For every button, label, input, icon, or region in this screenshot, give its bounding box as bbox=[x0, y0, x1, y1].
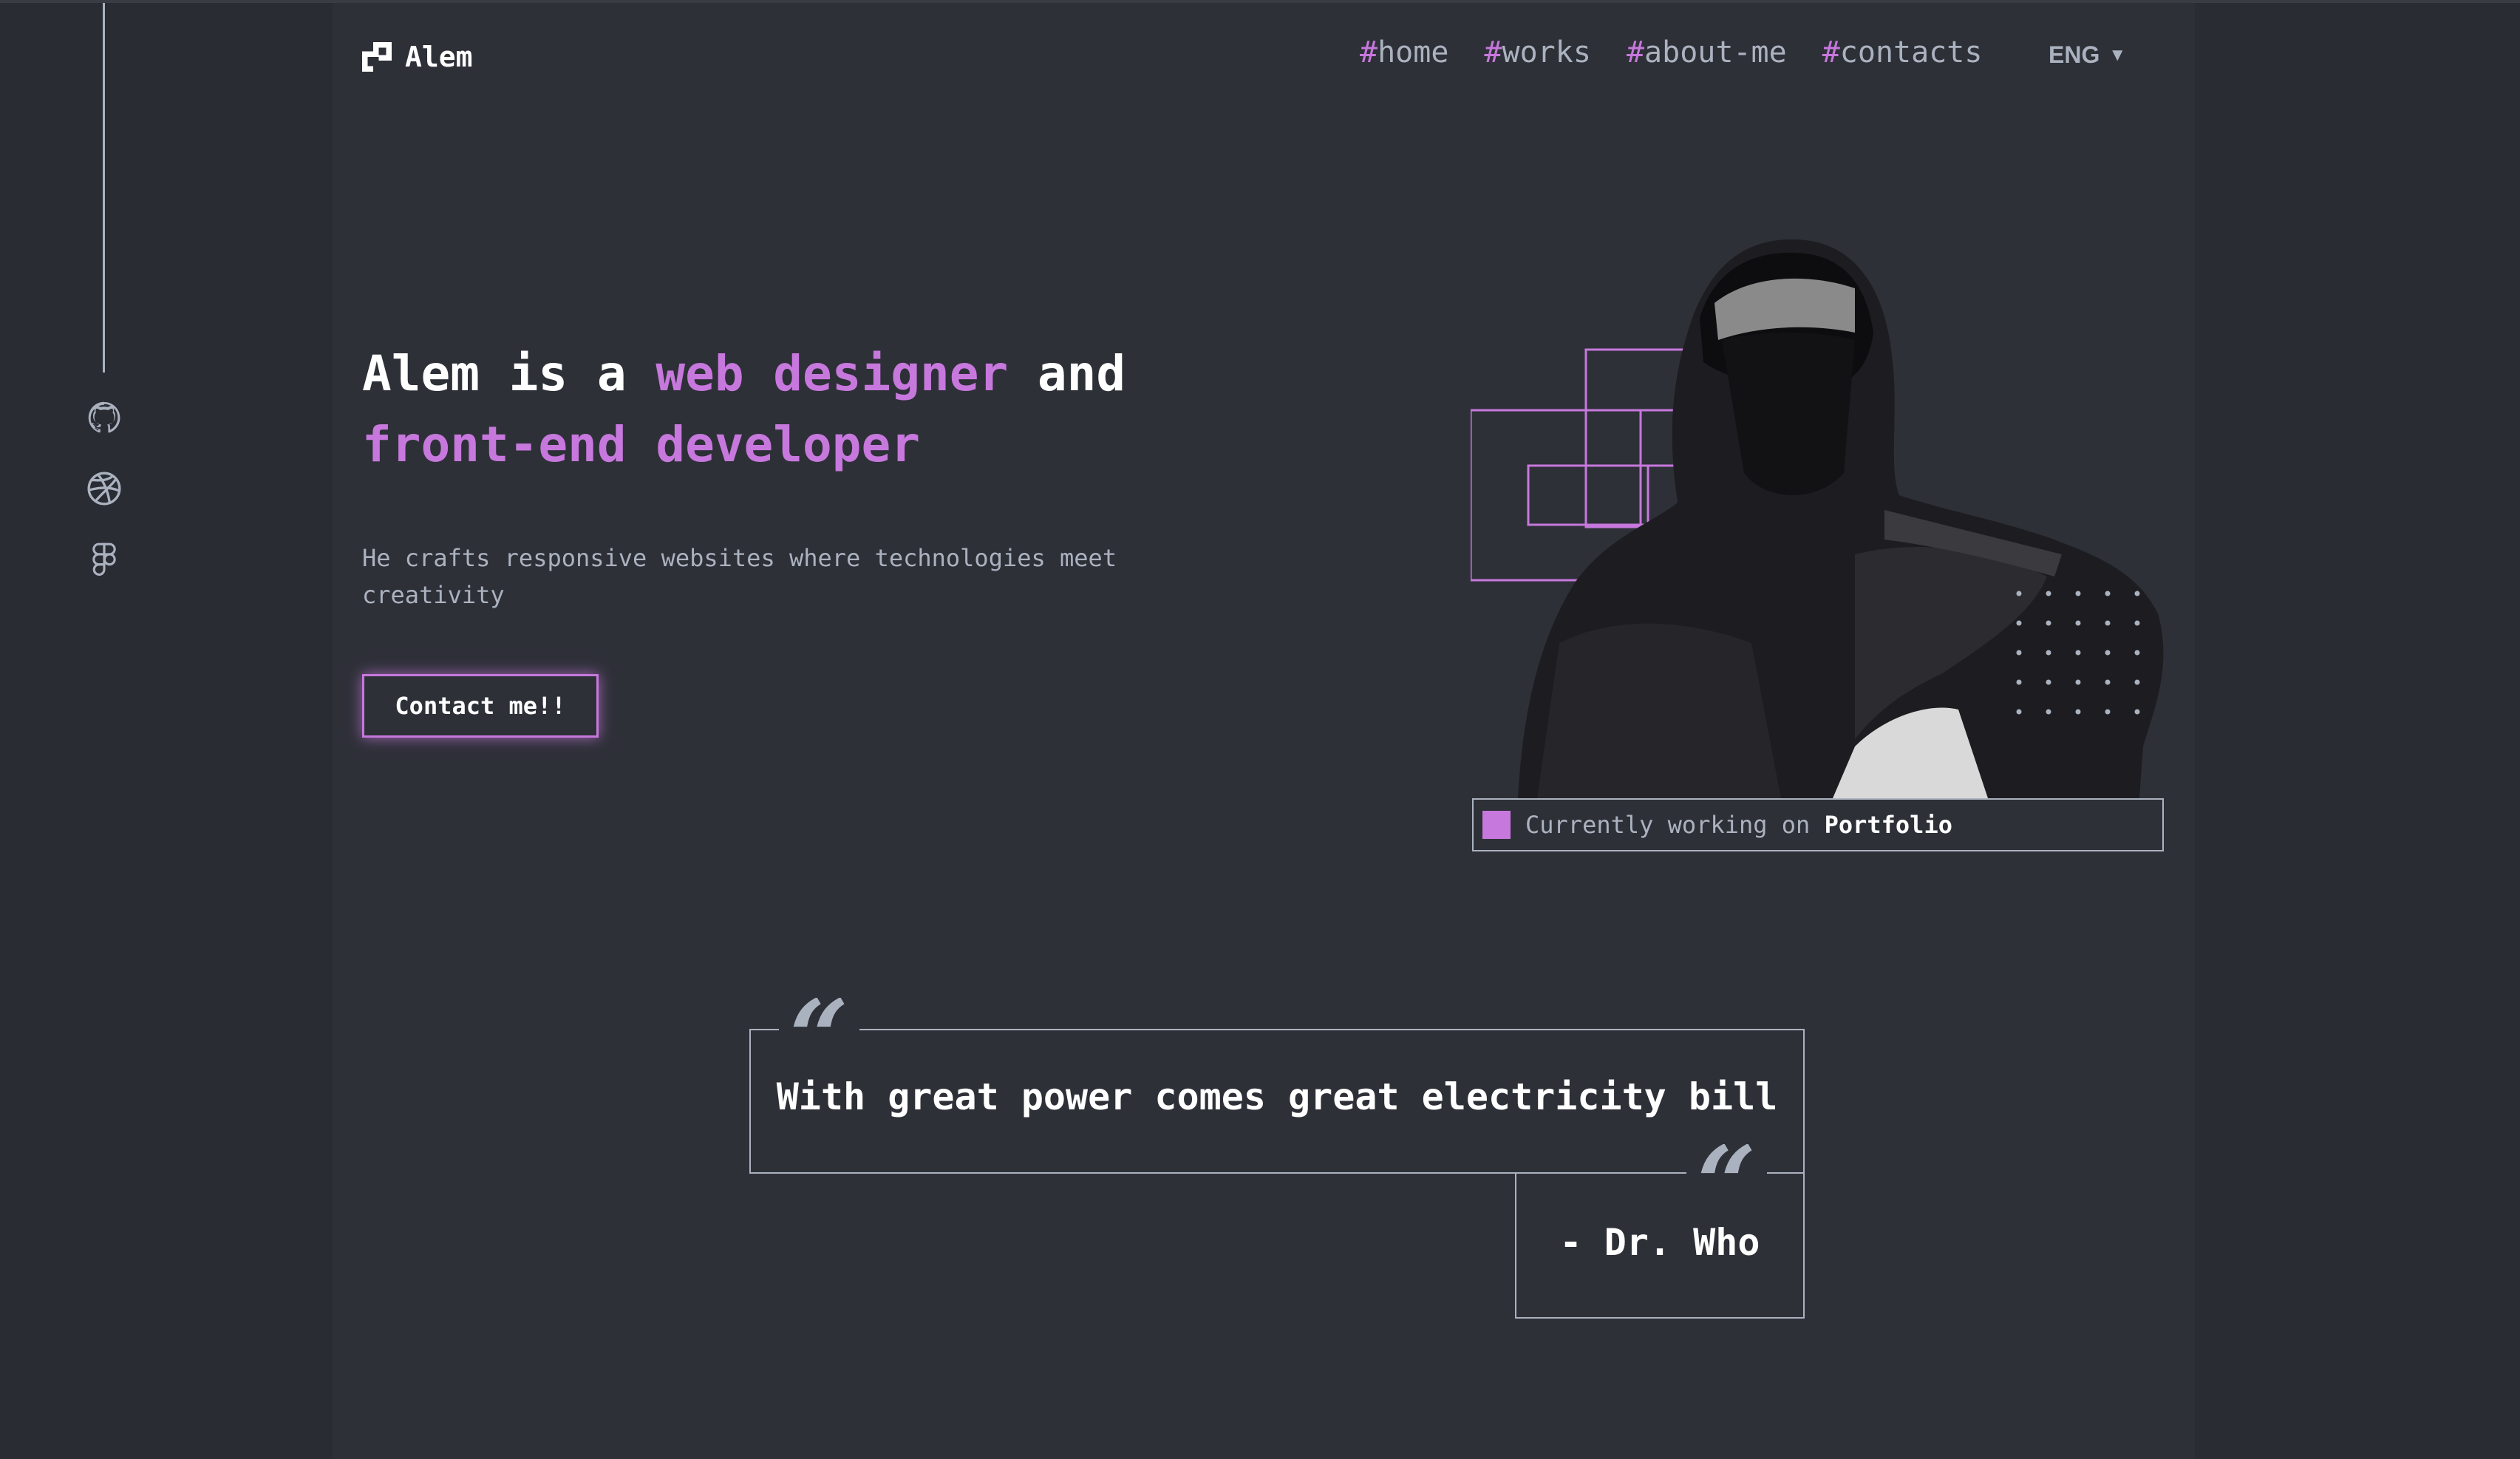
status-indicator bbox=[1482, 811, 1511, 839]
figma-icon[interactable] bbox=[86, 541, 123, 578]
site-logo[interactable]: Alem bbox=[362, 41, 473, 73]
language-selector[interactable]: ENG ▼ bbox=[2049, 41, 2126, 69]
nav-item-home[interactable]: #home bbox=[1360, 35, 1448, 69]
current-work-status: Currently working on Portfolio bbox=[1472, 798, 2164, 851]
github-icon[interactable] bbox=[86, 399, 123, 436]
quote-text: With great power comes great electricity… bbox=[776, 1075, 1778, 1118]
contact-me-button[interactable]: Contact me!! bbox=[362, 674, 599, 738]
dribbble-icon[interactable] bbox=[86, 470, 123, 507]
quote-close-icon: “ bbox=[1686, 1144, 1767, 1203]
nav-item-works[interactable]: #works bbox=[1484, 35, 1591, 69]
quote-open-icon: “ bbox=[779, 998, 859, 1057]
nav-item-about-me[interactable]: #about-me bbox=[1627, 35, 1787, 69]
status-text: Currently working on Portfolio bbox=[1525, 811, 1952, 839]
person-photo bbox=[1518, 239, 2164, 798]
social-bar-line bbox=[103, 3, 105, 373]
main-nav: #home #works #about-me #contacts bbox=[1360, 35, 1982, 69]
logo-icon bbox=[362, 42, 392, 72]
hero-illustration bbox=[1469, 229, 2165, 798]
nav-item-contacts[interactable]: #contacts bbox=[1822, 35, 1983, 69]
hero-title: Alem is a web designer and front-end dev… bbox=[362, 345, 1126, 473]
site-name: Alem bbox=[405, 41, 473, 73]
language-label: ENG bbox=[2049, 41, 2100, 68]
hero-subtitle: He crafts responsive websites where tech… bbox=[362, 544, 1117, 609]
chevron-down-icon: ▼ bbox=[2108, 44, 2127, 65]
quote-author: - Dr. Who bbox=[1559, 1221, 1760, 1264]
